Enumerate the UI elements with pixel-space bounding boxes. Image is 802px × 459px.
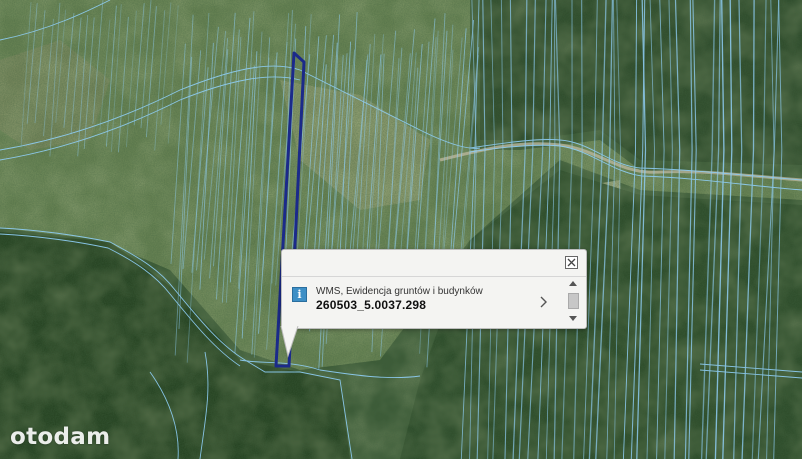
satellite-map[interactable] [0, 0, 802, 459]
chevron-right-icon[interactable] [537, 294, 551, 310]
info-icon: i [292, 287, 307, 302]
popup-header [282, 250, 586, 277]
otodam-watermark: otodam [10, 424, 111, 450]
layer-name-label: WMS, Ewidencja gruntów i budynków [316, 286, 483, 297]
close-icon[interactable] [565, 256, 578, 269]
scrollbar-thumb[interactable] [568, 293, 579, 309]
map-texture [0, 0, 802, 459]
popup-scrollbar[interactable] [567, 281, 581, 323]
popup-pointer [280, 326, 299, 358]
scroll-down-arrow[interactable] [569, 316, 577, 321]
feature-info-popup: i WMS, Ewidencja gruntów i budynków 2605… [281, 249, 587, 329]
scroll-up-arrow[interactable] [569, 281, 577, 286]
parcel-id-value[interactable]: 260503_5.0037.298 [316, 298, 426, 312]
